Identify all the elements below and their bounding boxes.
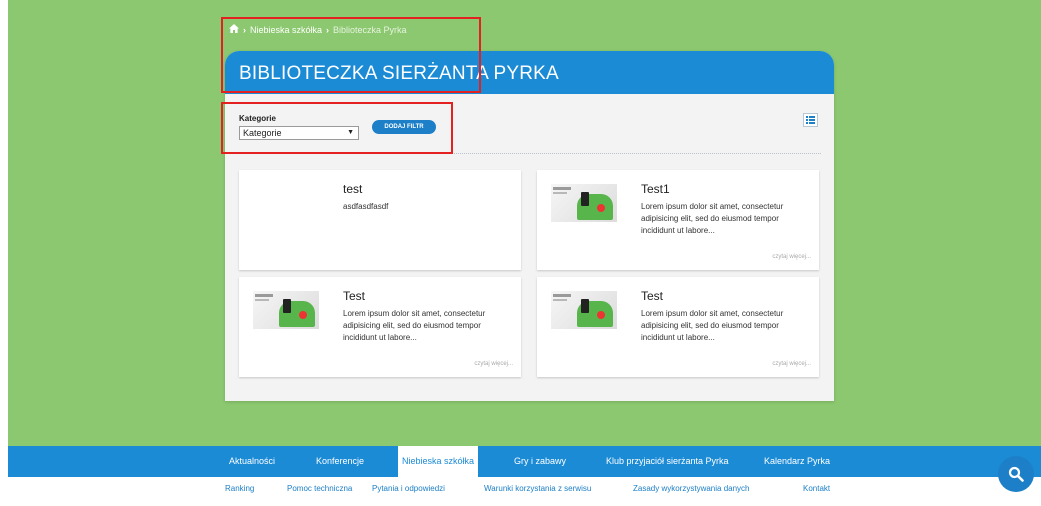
- footer-link-pomoc[interactable]: Pomoc techniczna: [287, 484, 352, 493]
- item-description: Lorem ipsum dolor sit amet, consectetur …: [343, 309, 486, 342]
- nav-item-konferencje[interactable]: Konferencje: [316, 446, 364, 477]
- item-thumbnail[interactable]: [253, 291, 319, 329]
- search-icon[interactable]: [998, 456, 1034, 492]
- list-icon[interactable]: [803, 113, 818, 127]
- highlight-box-filter: [221, 102, 453, 154]
- item-description: Lorem ipsum dolor sit amet, consectetur …: [641, 309, 784, 342]
- read-more-link[interactable]: czytaj więcej...: [772, 254, 811, 260]
- item-title[interactable]: Test: [343, 289, 365, 303]
- item-description: Lorem ipsum dolor sit amet, consectetur …: [641, 202, 784, 235]
- item-thumbnail[interactable]: [551, 291, 617, 329]
- item-title[interactable]: Test1: [641, 182, 670, 196]
- item-thumbnail[interactable]: [551, 184, 617, 222]
- nav-item-klub[interactable]: Klub przyjaciół sierżanta Pyrka: [606, 446, 729, 477]
- footer-link-pytania[interactable]: Pytania i odpowiedzi: [372, 484, 445, 493]
- read-more-link[interactable]: czytaj więcej...: [474, 361, 513, 367]
- footer-link-zasady[interactable]: Zasady wykorzystywania danych: [633, 484, 750, 493]
- footer-nav: Ranking Pomoc techniczna Pytania i odpow…: [0, 477, 1041, 506]
- item-title[interactable]: test: [343, 182, 362, 196]
- footer-link-kontakt[interactable]: Kontakt: [803, 484, 830, 493]
- highlight-box-title: [221, 17, 481, 93]
- main-nav: Aktualności Konferencje Niebieska szkółk…: [8, 446, 1041, 477]
- footer-link-warunki[interactable]: Warunki korzystania z serwisu: [484, 484, 591, 493]
- item-description: asdfasdfasdf: [343, 202, 389, 211]
- nav-item-gry[interactable]: Gry i zabawy: [514, 446, 566, 477]
- nav-item-aktualnosci[interactable]: Aktualności: [229, 446, 275, 477]
- item-title[interactable]: Test: [641, 289, 663, 303]
- nav-item-niebieska-szkolka[interactable]: Niebieska szkółka: [398, 446, 478, 477]
- footer-link-ranking[interactable]: Ranking: [225, 484, 254, 493]
- library-item[interactable]: test asdfasdfasdf: [239, 170, 521, 270]
- nav-item-kalendarz[interactable]: Kalendarz Pyrka: [764, 446, 830, 477]
- read-more-link[interactable]: czytaj więcej...: [772, 361, 811, 367]
- library-item[interactable]: Test Lorem ipsum dolor sit amet, consect…: [239, 277, 521, 377]
- library-item[interactable]: Test Lorem ipsum dolor sit amet, consect…: [537, 277, 819, 377]
- library-item[interactable]: Test1 Lorem ipsum dolor sit amet, consec…: [537, 170, 819, 270]
